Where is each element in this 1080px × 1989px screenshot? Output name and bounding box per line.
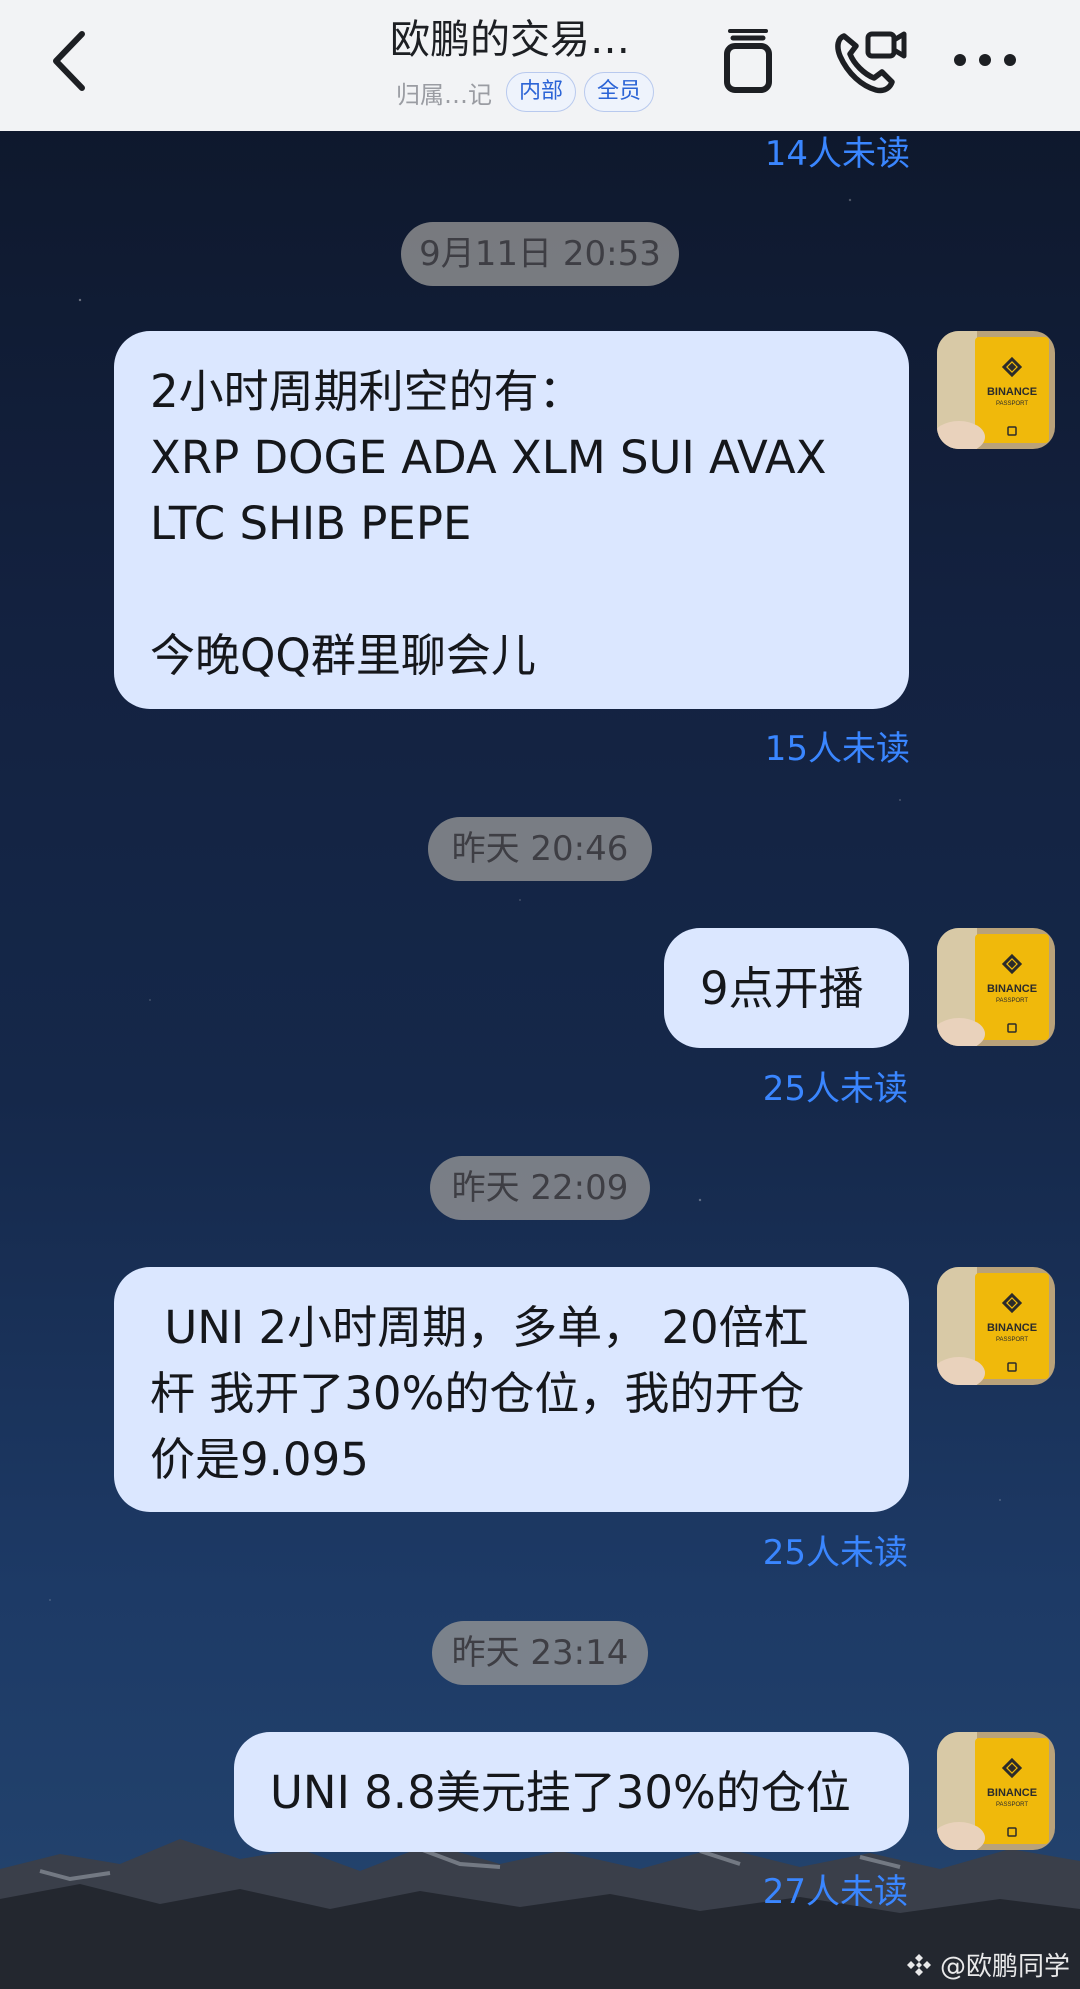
message-bubble[interactable]: UNI 2小时周期，多单， 20倍杠 杆 我开了30%的仓位，我的开仓 价是9.… bbox=[114, 1267, 909, 1512]
binance-passport-avatar-icon: BINANCE PASSPORT bbox=[937, 331, 1055, 449]
read-status[interactable]: 15人未读 bbox=[610, 721, 910, 770]
message-bubble[interactable]: 2小时周期利空的有： XRP DOGE ADA XLM SUI AVAX LTC… bbox=[114, 331, 909, 709]
avatar[interactable]: BINANCE PASSPORT bbox=[937, 928, 1055, 1046]
watermark-text: @欧鹏同学 bbox=[939, 1952, 1070, 1982]
chat-header: 欧鹏的交易… 归属…记 内部 全员 bbox=[0, 0, 1080, 131]
phone-video-icon bbox=[835, 31, 907, 94]
binance-passport-avatar-icon: BINANCE PASSPORT bbox=[937, 1267, 1055, 1385]
read-status[interactable]: 14人未读 bbox=[610, 126, 910, 175]
svg-text:BINANCE: BINANCE bbox=[987, 983, 1037, 995]
tag-internal: 内部 bbox=[506, 72, 577, 112]
svg-text:PASSPORT: PASSPORT bbox=[996, 1337, 1028, 1343]
avatar[interactable]: BINANCE PASSPORT bbox=[937, 1267, 1055, 1385]
avatar[interactable]: BINANCE PASSPORT bbox=[937, 1732, 1055, 1850]
svg-text:PASSPORT: PASSPORT bbox=[996, 1802, 1028, 1808]
svg-text:BINANCE: BINANCE bbox=[987, 386, 1037, 398]
read-status[interactable]: 27人未读 bbox=[608, 1864, 908, 1913]
svg-text:PASSPORT: PASSPORT bbox=[996, 998, 1028, 1004]
svg-text:BINANCE: BINANCE bbox=[987, 1787, 1037, 1799]
chat-title: 欧鹏的交易… bbox=[390, 17, 630, 63]
binance-passport-avatar-icon: BINANCE PASSPORT bbox=[937, 1732, 1055, 1850]
message-bubble[interactable]: UNI 8.8美元挂了30%的仓位 bbox=[234, 1732, 909, 1852]
copy-button[interactable] bbox=[715, 26, 785, 96]
chat-title-area[interactable]: 欧鹏的交易… 归属…记 内部 全员 bbox=[390, 14, 710, 114]
watermark: @欧鹏同学 bbox=[904, 1946, 1070, 1983]
call-button[interactable] bbox=[830, 26, 907, 96]
more-button[interactable] bbox=[950, 26, 1020, 96]
svg-text:PASSPORT: PASSPORT bbox=[996, 401, 1028, 407]
back-button[interactable] bbox=[44, 26, 94, 96]
starfield bbox=[0, 0, 1080, 1989]
read-status[interactable]: 25人未读 bbox=[608, 1061, 908, 1110]
chat-subtitle: 归属…记 bbox=[396, 80, 492, 109]
copy-icon bbox=[724, 29, 772, 93]
timestamp: 昨天 20:46 bbox=[428, 817, 652, 881]
chevron-left-icon bbox=[53, 31, 85, 91]
avatar[interactable]: BINANCE PASSPORT bbox=[937, 331, 1055, 449]
chat-background bbox=[0, 0, 1080, 1989]
read-status[interactable]: 25人未读 bbox=[608, 1525, 908, 1574]
svg-text:BINANCE: BINANCE bbox=[987, 1322, 1037, 1334]
binance-passport-avatar-icon: BINANCE PASSPORT bbox=[937, 928, 1055, 1046]
tag-all-members: 全员 bbox=[584, 72, 655, 112]
chat-subtitle-row: 归属…记 内部 全员 bbox=[396, 70, 710, 114]
timestamp: 昨天 22:09 bbox=[430, 1156, 650, 1220]
binance-logo-icon bbox=[906, 1953, 931, 1976]
more-dots-icon bbox=[954, 54, 1016, 66]
timestamp: 9月11日 20:53 bbox=[401, 222, 679, 286]
timestamp: 昨天 23:14 bbox=[432, 1621, 648, 1685]
message-bubble[interactable]: 9点开播 bbox=[664, 928, 909, 1048]
